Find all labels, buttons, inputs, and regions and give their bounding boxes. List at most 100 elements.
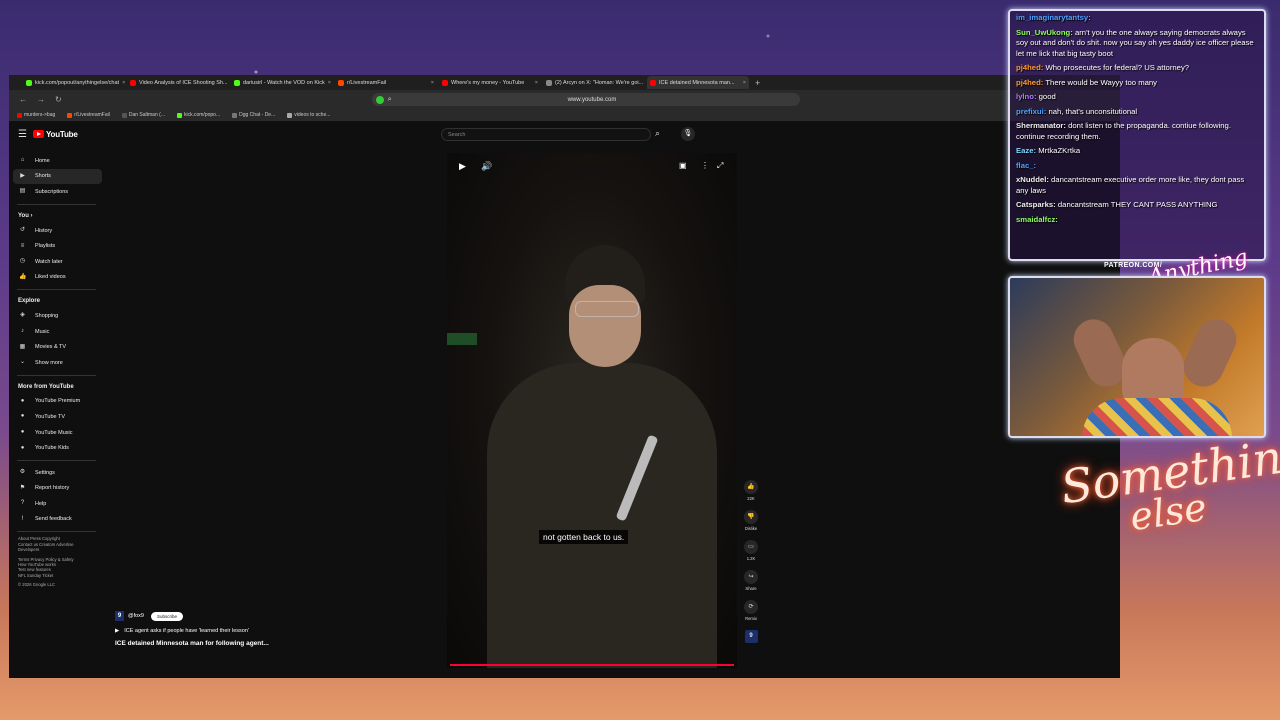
sidebar-item-youtube-tv[interactable]: ● YouTube TV: [9, 409, 104, 425]
chat-username[interactable]: lylno:: [1016, 92, 1037, 101]
microphone-icon[interactable]: 🎙: [681, 127, 695, 141]
shorts-video-player[interactable]: ▶ 🔊 ▣ ⋮ ⤢ not gotten back to us.: [447, 153, 737, 668]
sidebar-item-shopping[interactable]: ◈ Shopping: [9, 308, 104, 324]
share-icon[interactable]: ↪: [744, 570, 758, 584]
progress-bar[interactable]: [450, 664, 734, 666]
channel-avatar[interactable]: 9: [115, 611, 124, 621]
bookmark-3[interactable]: kick.com/popo...: [176, 112, 220, 118]
comment-icon[interactable]: ▭: [744, 540, 758, 554]
chat-username[interactable]: Shermanator:: [1016, 121, 1066, 130]
tab-5[interactable]: (2) Arcyn on X: "Homan: We're goi...×: [543, 76, 645, 89]
sidebar-item-show-more[interactable]: ⌄ Show more: [9, 355, 104, 371]
short-title[interactable]: ICE detained Minnesota man for following…: [115, 640, 269, 647]
chat-username[interactable]: im_imaginarytantsy:: [1016, 13, 1091, 22]
close-icon[interactable]: ×: [122, 80, 125, 86]
fullscreen-icon[interactable]: ⤢: [717, 161, 723, 171]
bookmark-4[interactable]: Dgg Chat - De...: [232, 112, 275, 118]
subscribe-button[interactable]: Subscribe: [150, 611, 183, 621]
close-icon[interactable]: ×: [535, 80, 538, 86]
sidebar-item-music[interactable]: ♪ Music: [9, 324, 104, 340]
like-icon[interactable]: 👍: [744, 480, 758, 494]
search-button[interactable]: ⌕: [655, 128, 660, 139]
captions-icon[interactable]: ▣: [679, 161, 687, 170]
sidebar-item-label: Settings: [35, 469, 55, 476]
tab-favicon-icon: [650, 79, 656, 86]
movies-icon: ▦: [19, 343, 26, 350]
chat-username[interactable]: smaidalfcz:: [1016, 215, 1058, 224]
sidebar-item-help[interactable]: ? Help: [9, 496, 104, 512]
sidebar-item-watch-later[interactable]: ◷ Watch later: [9, 254, 104, 270]
reload-icon[interactable]: ↻: [55, 95, 62, 104]
youtube-logo[interactable]: YouTube: [32, 130, 78, 139]
sidebar-item-shorts[interactable]: ▶ Shorts: [13, 168, 102, 185]
chat-username[interactable]: Sun_UwUkong:: [1016, 28, 1073, 37]
gear-icon: ⚙: [19, 469, 26, 476]
close-icon[interactable]: ×: [328, 80, 331, 86]
dislike-icon[interactable]: 👎: [744, 510, 758, 524]
sidebar-section-header[interactable]: Explore: [9, 294, 104, 308]
more-options-icon[interactable]: ⋮: [701, 161, 709, 170]
chat-username[interactable]: Eaze:: [1016, 146, 1036, 155]
tab-label: Video Analysis of ICE Shooting Sh...: [139, 79, 228, 86]
search-input[interactable]: Search: [441, 128, 651, 141]
url-field[interactable]: ⌕ www.youtube.com: [371, 93, 800, 106]
menu-icon[interactable]: ☰: [18, 129, 27, 140]
sidebar-divider: [17, 289, 96, 291]
sidebar-divider: [17, 459, 96, 461]
new-tab-icon[interactable]: +: [755, 78, 760, 88]
chat-username[interactable]: flac_:: [1016, 161, 1036, 170]
chat-username[interactable]: prefixui:: [1016, 107, 1046, 116]
sidebar-item-label: Send feedback: [35, 516, 72, 523]
sidebar-item-home[interactable]: ⌂ Home: [9, 153, 104, 169]
sidebar-item-send-feedback[interactable]: ! Send feedback: [9, 512, 104, 528]
channel-logo[interactable]: 9: [744, 630, 758, 643]
forward-icon[interactable]: →: [37, 95, 45, 104]
play-icon[interactable]: ▶: [459, 161, 466, 172]
action-comment[interactable]: ▭ 1.2K: [742, 540, 760, 561]
action-remix[interactable]: ⟳ Remix: [742, 600, 760, 621]
sidebar-item-movies-tv[interactable]: ▦ Movies & TV: [9, 339, 104, 355]
chat-username[interactable]: pj4hed:: [1016, 78, 1043, 87]
sidebar-item-playlists[interactable]: ≡ Playlists: [9, 238, 104, 254]
tab-0[interactable]: kick.com/popout/anythingelse/chat ×: [23, 76, 125, 89]
chat-username[interactable]: pj4hed:: [1016, 63, 1043, 72]
chat-message: im_imaginarytantsy:: [1016, 13, 1258, 24]
chat-message: Eaze: MrtkaZKrtka: [1016, 146, 1258, 157]
close-icon[interactable]: ×: [743, 80, 746, 86]
sidebar-section-header[interactable]: More from YouTube: [9, 380, 104, 394]
sidebar: ⌂ Home ▶ Shorts ▤ Subscriptions You › ↺ History ≡…: [9, 153, 104, 588]
footer-line[interactable]: © 2026 Google LLC: [18, 582, 104, 587]
action-share[interactable]: ↪ Share: [742, 570, 760, 591]
sidebar-item-label: Playlists: [35, 243, 56, 250]
tab-4[interactable]: Where's my money - YouTube ×: [439, 76, 541, 89]
tab-1[interactable]: Video Analysis of ICE Shooting Sh...×: [127, 76, 229, 89]
bookmark-0[interactable]: murders->bag: [17, 112, 55, 118]
chat-username[interactable]: Catsparks:: [1016, 200, 1056, 209]
sidebar-item-settings[interactable]: ⚙ Settings: [9, 465, 104, 481]
sidebar-item-youtube-music[interactable]: ● YouTube Music: [9, 425, 104, 441]
back-icon[interactable]: ←: [19, 95, 27, 104]
channel-name[interactable]: @fox9: [128, 613, 144, 619]
linked-video[interactable]: ICE agent asks if people have 'learned t…: [124, 628, 249, 634]
bookmark-2[interactable]: Dan Saltman (...: [121, 112, 165, 118]
action-dislike[interactable]: 👎 Dislike: [742, 510, 760, 531]
sidebar-item-history[interactable]: ↺ History: [9, 223, 104, 239]
sidebar-item-report-history[interactable]: ⚑ Report history: [9, 481, 104, 497]
close-icon[interactable]: ×: [431, 80, 434, 86]
bookmark-1[interactable]: r/LivestreamFail: [67, 112, 110, 118]
bookmark-5[interactable]: videos to sche...: [287, 112, 330, 118]
sidebar-section-header[interactable]: You ›: [9, 209, 104, 223]
sidebar-item-youtube-premium[interactable]: ● YouTube Premium: [9, 394, 104, 410]
sidebar-item-subscriptions[interactable]: ▤ Subscriptions: [9, 184, 104, 200]
action-like[interactable]: 👍 22K: [742, 480, 760, 501]
tab-2[interactable]: dariusirl - Watch the VOD on Kick ×: [231, 76, 333, 89]
chat-username[interactable]: xNuddel:: [1016, 175, 1049, 184]
remix-icon[interactable]: ⟳: [744, 600, 758, 614]
tab-3[interactable]: r/LivestreamFail ×: [335, 76, 437, 89]
clock-icon: ◷: [19, 258, 26, 265]
extension-icon[interactable]: [375, 95, 384, 104]
sidebar-item-youtube-kids[interactable]: ● YouTube Kids: [9, 440, 104, 456]
sidebar-item-liked-videos[interactable]: 👍 Liked videos: [9, 270, 104, 286]
tab-6[interactable]: ICE detained Minnesota man... ×: [647, 76, 749, 89]
volume-icon[interactable]: 🔊: [481, 161, 492, 172]
